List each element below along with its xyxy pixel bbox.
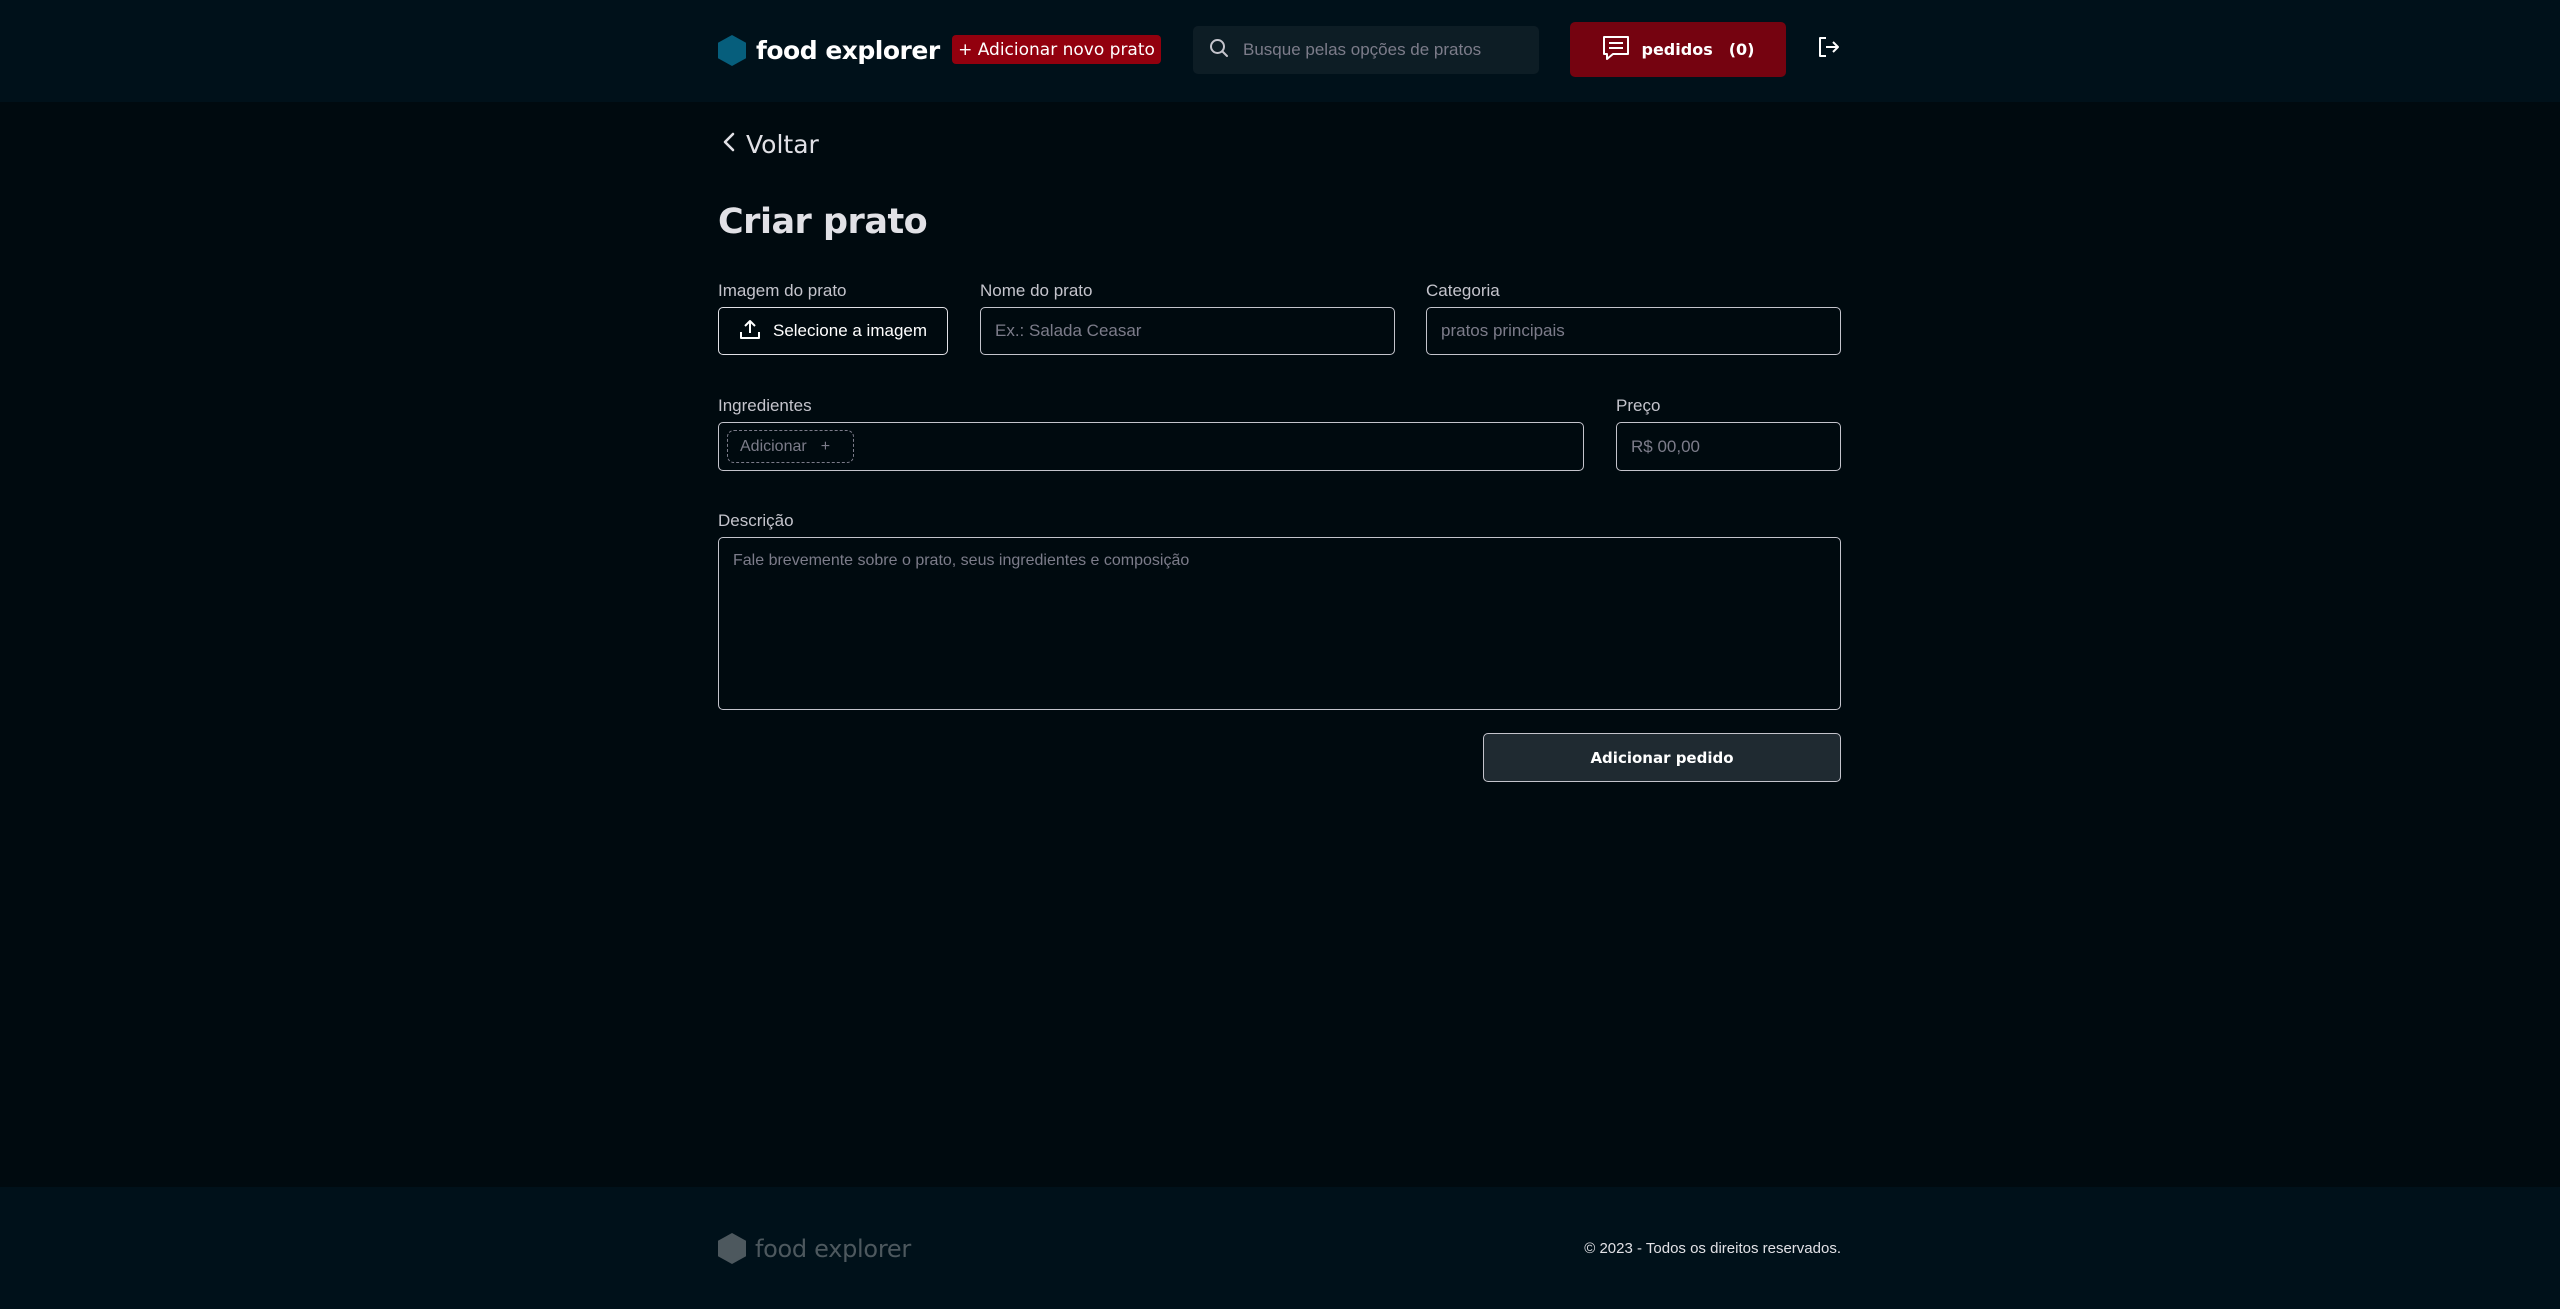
hexagon-logo-icon <box>718 1233 746 1264</box>
select-image-label: Selecione a imagem <box>772 321 928 340</box>
category-field[interactable] <box>1426 307 1841 355</box>
footer-logo: food explorer <box>718 1233 911 1264</box>
category-label: Categoria <box>1426 281 1500 300</box>
hexagon-logo-icon <box>718 34 746 66</box>
brand-logo[interactable]: food explorer <box>718 33 940 67</box>
upload-icon <box>739 318 761 344</box>
plus-icon[interactable]: + <box>821 438 830 456</box>
sign-out-icon <box>1816 34 1842 60</box>
add-new-dish-button[interactable]: + Adicionar novo prato <box>952 35 1161 64</box>
ingredients-field: Adicionar + <box>718 422 1584 471</box>
footer-brand-name: food explorer <box>755 1234 911 1263</box>
add-ingredient-tag[interactable]: Adicionar + <box>727 430 854 463</box>
search-input[interactable] <box>1243 40 1523 60</box>
category-input[interactable] <box>1427 308 1840 354</box>
copyright-text: © 2023 - Todos os direitos reservados. <box>1584 1240 1841 1257</box>
dish-name-input[interactable] <box>981 308 1394 354</box>
orders-count: (0) <box>1728 40 1755 59</box>
brand-name: food explorer <box>756 35 940 65</box>
price-label: Preço <box>1616 396 1661 415</box>
chevron-left-icon <box>718 130 740 158</box>
description-label: Descrição <box>718 511 794 530</box>
back-link[interactable]: Voltar <box>718 126 819 162</box>
orders-label: pedidos <box>1641 40 1713 59</box>
page-title: Criar prato <box>718 202 928 242</box>
select-image-button[interactable]: Selecione a imagem <box>718 307 948 355</box>
image-label: Imagem do prato <box>718 281 847 300</box>
dish-name-field[interactable] <box>980 307 1395 355</box>
orders-button[interactable]: pedidos (0) <box>1570 22 1786 77</box>
receipt-icon <box>1602 35 1630 64</box>
header: food explorer + Adicionar novo prato ped… <box>0 0 2560 102</box>
description-textarea[interactable] <box>719 538 1840 709</box>
back-label: Voltar <box>746 129 819 159</box>
search-bar[interactable] <box>1193 26 1539 74</box>
add-ingredient-label: Adicionar <box>740 437 807 455</box>
logout-button[interactable] <box>1816 34 1842 60</box>
search-icon <box>1209 38 1229 62</box>
description-field[interactable] <box>718 537 1841 710</box>
price-input[interactable] <box>1617 423 1840 470</box>
add-order-button[interactable]: Adicionar pedido <box>1483 733 1841 782</box>
footer: food explorer © 2023 - Todos os direitos… <box>0 1187 2560 1309</box>
ingredients-label: Ingredientes <box>718 396 812 415</box>
dish-name-label: Nome do prato <box>980 281 1093 300</box>
price-field[interactable] <box>1616 422 1841 471</box>
